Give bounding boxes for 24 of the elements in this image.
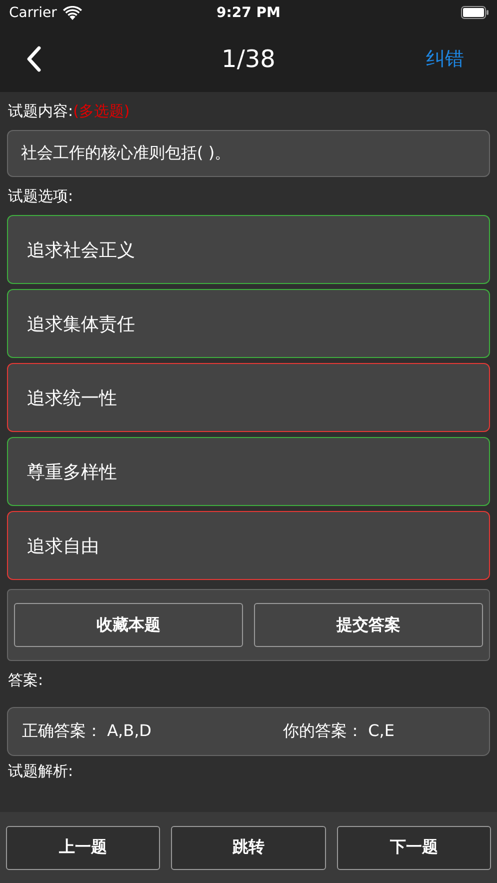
back-icon[interactable] <box>26 46 42 72</box>
action-button[interactable]: 提交答案 <box>254 603 483 647</box>
question-text: 社会工作的核心准则包括( )。 <box>7 130 490 177</box>
action-button[interactable]: 收藏本题 <box>14 603 243 647</box>
answer-option[interactable]: 尊重多样性 <box>7 437 490 506</box>
clock: 9:27 PM <box>216 4 280 20</box>
analysis-label: 试题解析: <box>7 760 74 782</box>
answer-option[interactable]: 追求自由 <box>7 511 490 580</box>
options-label: 试题选项: <box>7 186 74 206</box>
question-label: 试题内容:(多选题) <box>7 100 131 122</box>
correct-answer: 正确答案： A,B,D <box>22 721 152 742</box>
nav-button[interactable]: 上一题 <box>6 826 160 870</box>
wifi-icon <box>62 6 82 20</box>
nav-button[interactable]: 下一题 <box>336 826 491 870</box>
your-answer: 你的答案： C,E <box>283 721 394 742</box>
report-error-button[interactable]: 纠错 <box>426 46 464 72</box>
answer-option[interactable]: 追求社会正义 <box>7 215 490 284</box>
answer-option[interactable]: 追求统一性 <box>7 363 490 432</box>
answer-label: 答案: <box>7 670 44 690</box>
page-title: 1/38 <box>222 44 276 72</box>
answer-option[interactable]: 追求集体责任 <box>7 289 490 358</box>
nav-button[interactable]: 跳转 <box>171 826 326 870</box>
carrier-label: Carrier <box>9 4 57 20</box>
battery-icon <box>461 6 489 19</box>
